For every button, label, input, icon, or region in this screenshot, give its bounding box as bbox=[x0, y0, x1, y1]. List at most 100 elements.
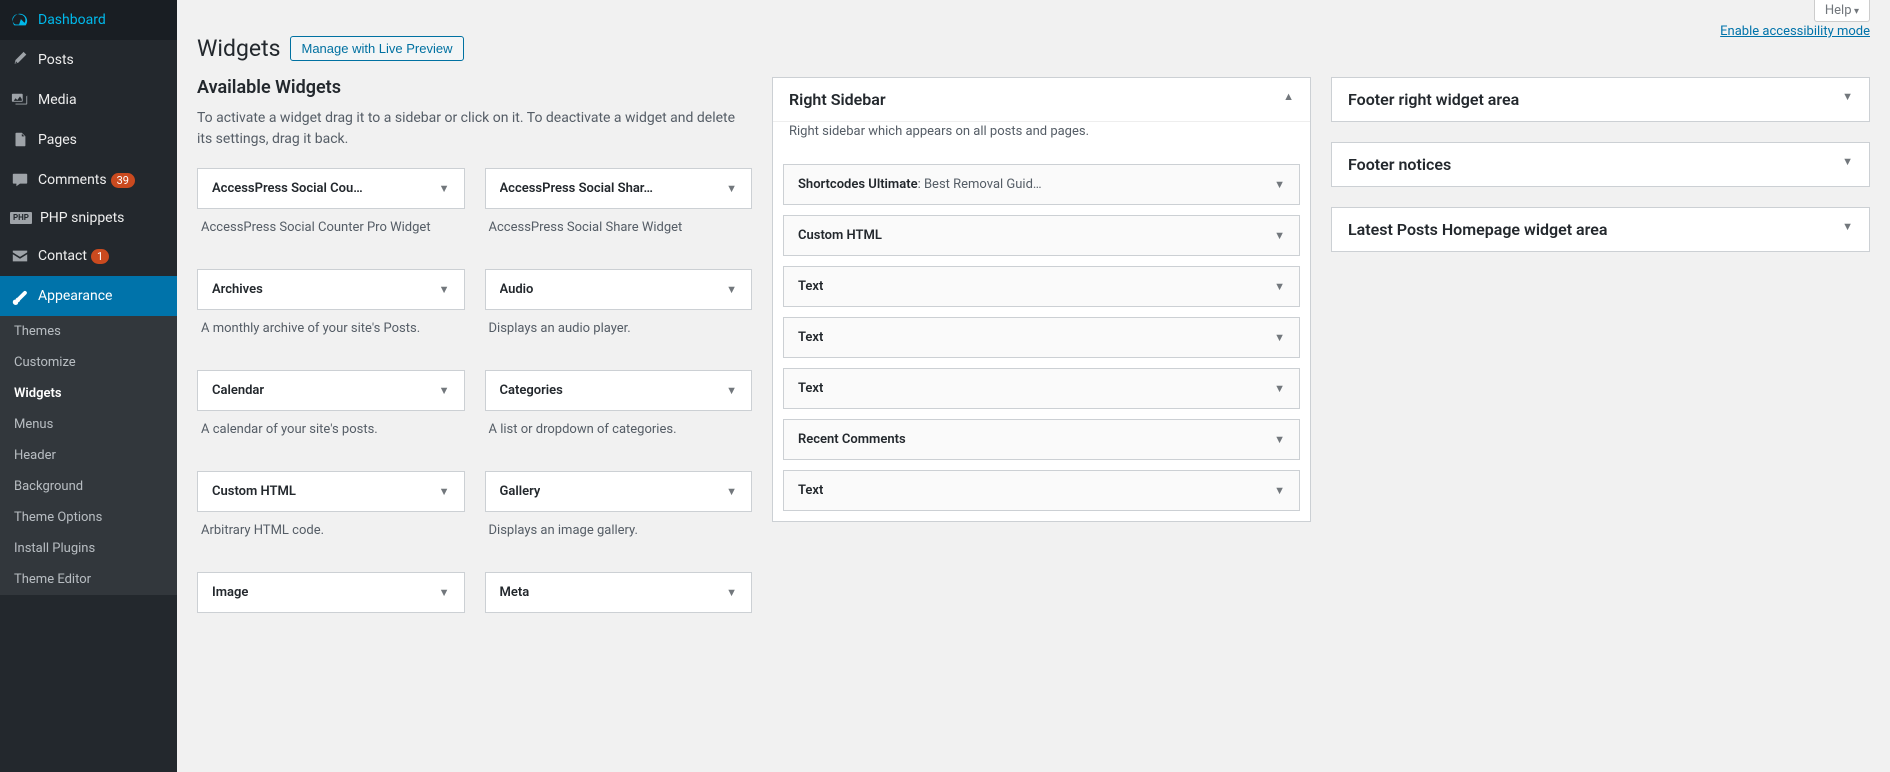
dashboard-icon bbox=[10, 10, 30, 30]
placed-widget[interactable]: Text ▼ bbox=[783, 266, 1300, 307]
appearance-submenu: Themes Customize Widgets Menus Header Ba… bbox=[0, 316, 177, 595]
available-widgets-heading: Available Widgets bbox=[197, 77, 752, 98]
sidebar-item-pages[interactable]: Pages bbox=[0, 120, 177, 160]
placed-widget[interactable]: Text▼ bbox=[783, 368, 1300, 409]
placed-widget[interactable]: Text ▼ bbox=[783, 470, 1300, 511]
sidebar-label: Posts bbox=[38, 52, 74, 68]
chevron-down-icon: ▼ bbox=[726, 182, 737, 195]
widget-desc: AccessPress Social Share Widget bbox=[485, 209, 753, 269]
widget-title: Meta bbox=[500, 585, 530, 600]
chevron-down-icon: ▼ bbox=[439, 283, 450, 296]
page-header: Widgets Manage with Live Preview bbox=[197, 0, 1870, 77]
chevron-down-icon: ▼ bbox=[1274, 382, 1285, 395]
php-icon: PHP bbox=[10, 212, 32, 224]
chevron-down-icon: ▼ bbox=[1274, 229, 1285, 242]
pin-icon bbox=[10, 50, 30, 70]
available-widget[interactable]: Archives▼ bbox=[197, 269, 465, 310]
widget-desc: Displays an image gallery. bbox=[485, 512, 753, 572]
page-icon bbox=[10, 130, 30, 150]
widget-desc: A calendar of your site's posts. bbox=[197, 411, 465, 471]
widget-title: Audio bbox=[500, 282, 534, 297]
placed-widget-title: Recent Comments bbox=[798, 432, 906, 447]
widget-desc: A list or dropdown of categories. bbox=[485, 411, 753, 471]
placed-widget-title: Text bbox=[798, 330, 823, 345]
available-widget[interactable]: Audio▼ bbox=[485, 269, 753, 310]
available-widgets-help: To activate a widget drag it to a sideba… bbox=[197, 108, 752, 150]
widget-title: Custom HTML bbox=[212, 484, 296, 499]
chevron-down-icon: ▼ bbox=[439, 384, 450, 397]
widget-area-header[interactable]: Latest Posts Homepage widget area ▼ bbox=[1332, 208, 1869, 251]
sidebar-item-contact[interactable]: Contact 1 bbox=[0, 236, 177, 276]
placed-widget-title: Text bbox=[798, 279, 823, 294]
sidebar-item-comments[interactable]: Comments 39 bbox=[0, 160, 177, 200]
accessibility-mode-link[interactable]: Enable accessibility mode bbox=[1720, 24, 1870, 39]
available-widgets-grid: AccessPress Social Cou…▼AccessPress Soci… bbox=[197, 168, 752, 613]
chevron-down-icon: ▼ bbox=[439, 182, 450, 195]
sidebar-item-appearance[interactable]: Appearance bbox=[0, 276, 177, 316]
submenu-header[interactable]: Header bbox=[0, 440, 177, 471]
chevron-down-icon: ▼ bbox=[1274, 280, 1285, 293]
widget-area: Footer notices▼ bbox=[1331, 142, 1870, 187]
widget-title: Image bbox=[212, 585, 248, 600]
available-widget[interactable]: AccessPress Social Shar…▼ bbox=[485, 168, 753, 209]
chevron-down-icon: ▼ bbox=[726, 586, 737, 599]
media-icon bbox=[10, 90, 30, 110]
submenu-theme-options[interactable]: Theme Options bbox=[0, 502, 177, 533]
chevron-down-icon: ▼ bbox=[439, 485, 450, 498]
sidebar-item-media[interactable]: Media bbox=[0, 80, 177, 120]
chevron-down-icon: ▼ bbox=[726, 384, 737, 397]
placed-widget-title: Shortcodes Ultimate: Best Removal Guid… bbox=[798, 177, 1042, 192]
sidebar-label: Appearance bbox=[38, 288, 112, 304]
available-widget[interactable]: Gallery▼ bbox=[485, 471, 753, 512]
live-preview-button[interactable]: Manage with Live Preview bbox=[290, 36, 463, 61]
submenu-themes[interactable]: Themes bbox=[0, 316, 177, 347]
help-tab[interactable]: Help bbox=[1814, 0, 1870, 22]
available-widget[interactable]: AccessPress Social Cou…▼ bbox=[197, 168, 465, 209]
sidebar-item-posts[interactable]: Posts bbox=[0, 40, 177, 80]
submenu-theme-editor[interactable]: Theme Editor bbox=[0, 564, 177, 595]
widget-area-title: Footer notices bbox=[1348, 155, 1451, 174]
submenu-background[interactable]: Background bbox=[0, 471, 177, 502]
widget-desc: Arbitrary HTML code. bbox=[197, 512, 465, 572]
widget-desc: AccessPress Social Counter Pro Widget bbox=[197, 209, 465, 269]
placed-widget[interactable]: Text ▼ bbox=[783, 317, 1300, 358]
available-widget[interactable]: Custom HTML ▼ bbox=[197, 471, 465, 512]
placed-widget[interactable]: Shortcodes Ultimate: Best Removal Guid…▼ bbox=[783, 164, 1300, 205]
placed-widget[interactable]: Recent Comments▼ bbox=[783, 419, 1300, 460]
widget-area-header[interactable]: Right Sidebar ▲ bbox=[773, 78, 1310, 122]
available-widget[interactable]: Categories▼ bbox=[485, 370, 753, 411]
widget-area: Latest Posts Homepage widget area ▼ bbox=[1331, 207, 1870, 252]
content-area: Help Enable accessibility mode Widgets M… bbox=[177, 0, 1890, 772]
placed-widget[interactable]: Custom HTML ▼ bbox=[783, 215, 1300, 256]
placed-widget-title: Text bbox=[798, 483, 823, 498]
comment-icon bbox=[10, 170, 30, 190]
sidebar-label: Comments bbox=[38, 172, 107, 188]
sidebar-item-php-snippets[interactable]: PHP PHP snippets bbox=[0, 200, 177, 236]
chevron-down-icon: ▼ bbox=[1842, 220, 1853, 233]
submenu-widgets[interactable]: Widgets bbox=[0, 378, 177, 409]
available-widgets-column: Available Widgets To activate a widget d… bbox=[197, 77, 752, 613]
widget-area-header[interactable]: Footer right widget area ▼ bbox=[1332, 78, 1869, 121]
chevron-down-icon: ▼ bbox=[1274, 484, 1285, 497]
placed-widget-title: Custom HTML bbox=[798, 228, 882, 243]
sidebar-label: Dashboard bbox=[38, 12, 106, 28]
available-widget[interactable]: Image▼ bbox=[197, 572, 465, 613]
sidebar-label: PHP snippets bbox=[40, 210, 124, 226]
submenu-menus[interactable]: Menus bbox=[0, 409, 177, 440]
widget-area-title: Footer right widget area bbox=[1348, 90, 1519, 109]
mail-icon bbox=[10, 246, 30, 266]
brush-icon bbox=[10, 286, 30, 306]
submenu-customize[interactable]: Customize bbox=[0, 347, 177, 378]
chevron-down-icon: ▼ bbox=[1842, 90, 1853, 103]
sidebar-areas-column-1: Right Sidebar ▲ Right sidebar which appe… bbox=[772, 77, 1311, 542]
widget-area-header[interactable]: Footer notices▼ bbox=[1332, 143, 1869, 186]
submenu-install-plugins[interactable]: Install Plugins bbox=[0, 533, 177, 564]
available-widget[interactable]: Meta ▼ bbox=[485, 572, 753, 613]
chevron-down-icon: ▼ bbox=[1274, 331, 1285, 344]
widget-area-body: Shortcodes Ultimate: Best Removal Guid…▼… bbox=[773, 164, 1310, 521]
sidebar-item-dashboard[interactable]: Dashboard bbox=[0, 0, 177, 40]
screen-meta: Help Enable accessibility mode bbox=[1720, 0, 1870, 39]
available-widget[interactable]: Calendar▼ bbox=[197, 370, 465, 411]
contact-badge: 1 bbox=[91, 249, 109, 264]
widget-area-title: Latest Posts Homepage widget area bbox=[1348, 220, 1607, 239]
